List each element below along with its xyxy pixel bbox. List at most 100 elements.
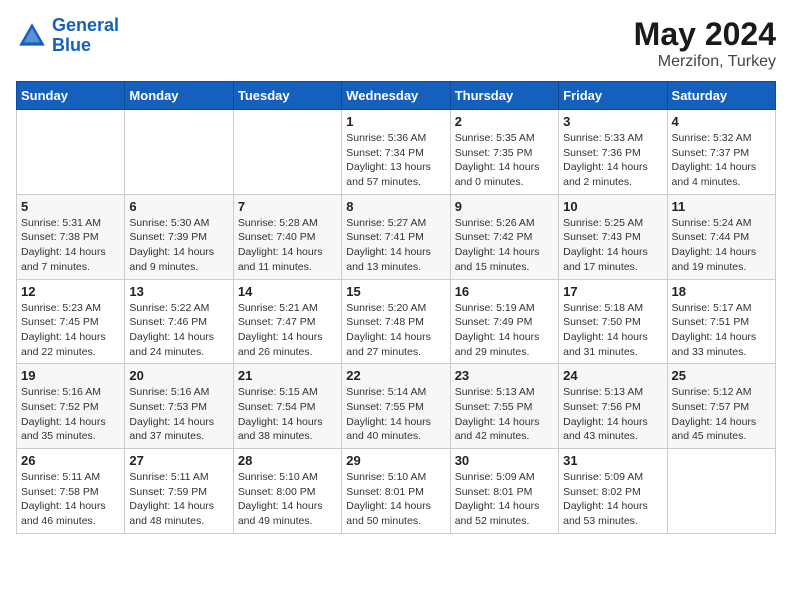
day-info: Sunrise: 5:11 AMSunset: 7:58 PMDaylight:…: [21, 470, 120, 529]
calendar-cell: [125, 110, 233, 195]
calendar-cell: 5 Sunrise: 5:31 AMSunset: 7:38 PMDaylight…: [17, 194, 125, 279]
day-info: Sunrise: 5:18 AMSunset: 7:50 PMDaylight:…: [563, 301, 662, 360]
calendar-cell: 27 Sunrise: 5:11 AMSunset: 7:59 PMDayligh…: [125, 449, 233, 534]
day-number: 14: [238, 284, 337, 299]
calendar-cell: 25 Sunrise: 5:12 AMSunset: 7:57 PMDayligh…: [667, 364, 775, 449]
calendar-cell: 28Sunrise: 5:10 AMSunset: 8:00 PMDayligh…: [233, 449, 341, 534]
day-info: Sunrise: 5:31 AMSunset: 7:38 PMDaylight:…: [21, 216, 120, 275]
logo-line2: Blue: [52, 35, 91, 55]
day-number: 1: [346, 114, 445, 129]
calendar-cell: 18Sunrise: 5:17 AMSunset: 7:51 PMDayligh…: [667, 279, 775, 364]
logo-text: General Blue: [52, 16, 119, 56]
calendar-cell: 30 Sunrise: 5:09 AMSunset: 8:01 PMDayligh…: [450, 449, 558, 534]
day-info: Sunrise: 5:16 AMSunset: 7:52 PMDaylight:…: [21, 385, 120, 444]
day-number: 5: [21, 199, 120, 214]
day-info: Sunrise: 5:25 AMSunset: 7:43 PMDaylight:…: [563, 216, 662, 275]
calendar-cell: 26 Sunrise: 5:11 AMSunset: 7:58 PMDayligh…: [17, 449, 125, 534]
logo-line1: General: [52, 15, 119, 35]
day-number: 26: [21, 453, 120, 468]
day-info: Sunrise: 5:30 AMSunset: 7:39 PMDaylight:…: [129, 216, 228, 275]
calendar-cell: 10 Sunrise: 5:25 AMSunset: 7:43 PMDayligh…: [559, 194, 667, 279]
col-friday: Friday: [559, 82, 667, 110]
day-number: 11: [672, 199, 771, 214]
calendar-cell: 20 Sunrise: 5:16 AMSunset: 7:53 PMDayligh…: [125, 364, 233, 449]
col-sunday: Sunday: [17, 82, 125, 110]
logo: General Blue: [16, 16, 119, 56]
day-info: Sunrise: 5:32 AMSunset: 7:37 PMDaylight:…: [672, 131, 771, 190]
page-header: General Blue May 2024 Merzifon, Turkey: [16, 16, 776, 71]
calendar-cell: 11 Sunrise: 5:24 AMSunset: 7:44 PMDayligh…: [667, 194, 775, 279]
day-info: Sunrise: 5:13 AMSunset: 7:55 PMDaylight:…: [455, 385, 554, 444]
day-info: Sunrise: 5:11 AMSunset: 7:59 PMDaylight:…: [129, 470, 228, 529]
day-info: Sunrise: 5:28 AMSunset: 7:40 PMDaylight:…: [238, 216, 337, 275]
day-info: Sunrise: 5:36 AMSunset: 7:34 PMDaylight:…: [346, 131, 445, 190]
calendar-cell: 2Sunrise: 5:35 AMSunset: 7:35 PMDaylight…: [450, 110, 558, 195]
day-number: 10: [563, 199, 662, 214]
calendar-cell: 9 Sunrise: 5:26 AMSunset: 7:42 PMDaylight…: [450, 194, 558, 279]
calendar-cell: 16 Sunrise: 5:19 AMSunset: 7:49 PMDayligh…: [450, 279, 558, 364]
day-number: 19: [21, 368, 120, 383]
day-info: Sunrise: 5:23 AMSunset: 7:45 PMDaylight:…: [21, 301, 120, 360]
day-number: 7: [238, 199, 337, 214]
calendar-cell: 22Sunrise: 5:14 AMSunset: 7:55 PMDayligh…: [342, 364, 450, 449]
day-info: Sunrise: 5:09 AMSunset: 8:01 PMDaylight:…: [455, 470, 554, 529]
week-row: 12 Sunrise: 5:23 AMSunset: 7:45 PMDayligh…: [17, 279, 776, 364]
day-number: 27: [129, 453, 228, 468]
day-number: 31: [563, 453, 662, 468]
day-number: 8: [346, 199, 445, 214]
day-info: Sunrise: 5:26 AMSunset: 7:42 PMDaylight:…: [455, 216, 554, 275]
calendar-title: May 2024: [634, 16, 776, 53]
day-number: 16: [455, 284, 554, 299]
day-number: 4: [672, 114, 771, 129]
calendar-cell: 29Sunrise: 5:10 AMSunset: 8:01 PMDayligh…: [342, 449, 450, 534]
week-row: 19 Sunrise: 5:16 AMSunset: 7:52 PMDayligh…: [17, 364, 776, 449]
week-row: 26 Sunrise: 5:11 AMSunset: 7:58 PMDayligh…: [17, 449, 776, 534]
col-thursday: Thursday: [450, 82, 558, 110]
calendar-cell: [17, 110, 125, 195]
day-number: 25: [672, 368, 771, 383]
col-wednesday: Wednesday: [342, 82, 450, 110]
day-number: 13: [129, 284, 228, 299]
day-number: 15: [346, 284, 445, 299]
day-info: Sunrise: 5:13 AMSunset: 7:56 PMDaylight:…: [563, 385, 662, 444]
day-info: Sunrise: 5:33 AMSunset: 7:36 PMDaylight:…: [563, 131, 662, 190]
day-info: Sunrise: 5:24 AMSunset: 7:44 PMDaylight:…: [672, 216, 771, 275]
calendar-cell: 8 Sunrise: 5:27 AMSunset: 7:41 PMDaylight…: [342, 194, 450, 279]
day-number: 23: [455, 368, 554, 383]
day-number: 22: [346, 368, 445, 383]
day-info: Sunrise: 5:12 AMSunset: 7:57 PMDaylight:…: [672, 385, 771, 444]
day-number: 29: [346, 453, 445, 468]
day-info: Sunrise: 5:15 AMSunset: 7:54 PMDaylight:…: [238, 385, 337, 444]
calendar-cell: 13Sunrise: 5:22 AMSunset: 7:46 PMDayligh…: [125, 279, 233, 364]
day-number: 6: [129, 199, 228, 214]
calendar-cell: [233, 110, 341, 195]
day-number: 24: [563, 368, 662, 383]
calendar-table: Sunday Monday Tuesday Wednesday Thursday…: [16, 81, 776, 534]
day-info: Sunrise: 5:27 AMSunset: 7:41 PMDaylight:…: [346, 216, 445, 275]
day-info: Sunrise: 5:21 AMSunset: 7:47 PMDaylight:…: [238, 301, 337, 360]
calendar-cell: 12 Sunrise: 5:23 AMSunset: 7:45 PMDayligh…: [17, 279, 125, 364]
week-row: 5 Sunrise: 5:31 AMSunset: 7:38 PMDaylight…: [17, 194, 776, 279]
calendar-cell: 24 Sunrise: 5:13 AMSunset: 7:56 PMDayligh…: [559, 364, 667, 449]
calendar-body: 1 Sunrise: 5:36 AMSunset: 7:34 PMDaylight…: [17, 110, 776, 534]
calendar-cell: 23 Sunrise: 5:13 AMSunset: 7:55 PMDayligh…: [450, 364, 558, 449]
week-row: 1 Sunrise: 5:36 AMSunset: 7:34 PMDaylight…: [17, 110, 776, 195]
day-number: 18: [672, 284, 771, 299]
col-saturday: Saturday: [667, 82, 775, 110]
logo-icon: [16, 20, 48, 52]
calendar-cell: 4 Sunrise: 5:32 AMSunset: 7:37 PMDaylight…: [667, 110, 775, 195]
day-number: 2: [455, 114, 554, 129]
day-number: 20: [129, 368, 228, 383]
day-number: 12: [21, 284, 120, 299]
day-info: Sunrise: 5:10 AMSunset: 8:00 PMDaylight:…: [238, 470, 337, 529]
day-info: Sunrise: 5:16 AMSunset: 7:53 PMDaylight:…: [129, 385, 228, 444]
day-number: 30: [455, 453, 554, 468]
calendar-cell: 15 Sunrise: 5:20 AMSunset: 7:48 PMDayligh…: [342, 279, 450, 364]
calendar-cell: 17Sunrise: 5:18 AMSunset: 7:50 PMDayligh…: [559, 279, 667, 364]
day-info: Sunrise: 5:09 AMSunset: 8:02 PMDaylight:…: [563, 470, 662, 529]
day-number: 21: [238, 368, 337, 383]
day-info: Sunrise: 5:19 AMSunset: 7:49 PMDaylight:…: [455, 301, 554, 360]
day-info: Sunrise: 5:20 AMSunset: 7:48 PMDaylight:…: [346, 301, 445, 360]
day-number: 9: [455, 199, 554, 214]
calendar-cell: [667, 449, 775, 534]
